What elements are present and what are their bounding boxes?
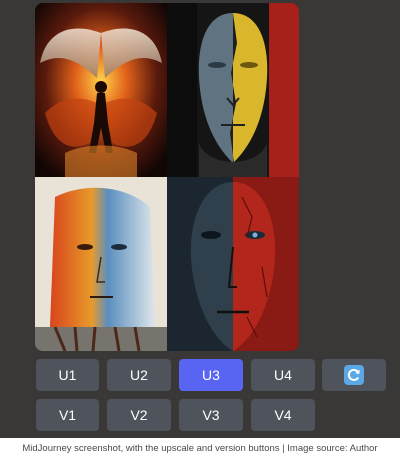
fire-figure-image [35,3,167,177]
discord-message-panel: U1 U2 U3 U4 V1 V2 V3 V4 [0,0,400,438]
variation-button-v2[interactable]: V2 [107,399,171,431]
upscale-button-u2[interactable]: U2 [107,359,171,391]
upscale-button-u1[interactable]: U1 [36,359,99,391]
image-grid[interactable] [35,3,299,351]
split-face-image-2 [167,177,299,351]
image-quadrant-2[interactable] [167,3,299,177]
split-face-image-1 [167,3,299,177]
painted-face-image [35,177,167,351]
variation-button-v3[interactable]: V3 [179,399,243,431]
variation-button-v4[interactable]: V4 [251,399,315,431]
variation-button-v1[interactable]: V1 [36,399,99,431]
upscale-button-u4[interactable]: U4 [251,359,315,391]
image-quadrant-4[interactable] [167,177,299,351]
image-caption: MidJourney screenshot, with the upscale … [22,442,378,454]
refresh-icon [344,365,364,385]
reroll-button[interactable] [322,359,386,391]
image-quadrant-1[interactable] [35,3,167,177]
image-quadrant-3[interactable] [35,177,167,351]
upscale-button-u3[interactable]: U3 [179,359,243,391]
